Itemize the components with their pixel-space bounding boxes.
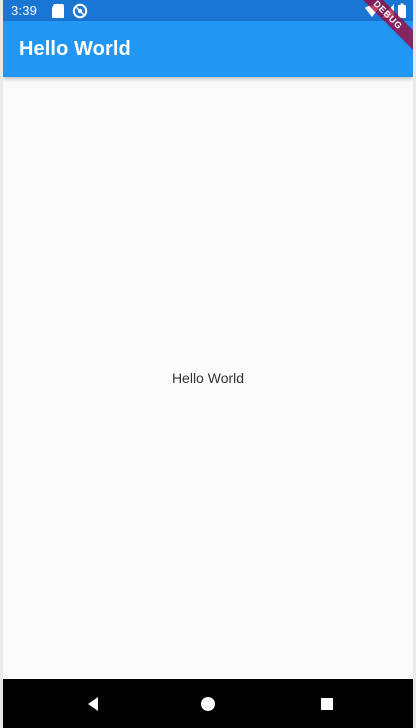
app-bar: Hello World [3, 21, 413, 77]
battery-icon [398, 3, 406, 18]
main-content: Hello World [3, 77, 413, 679]
home-icon[interactable] [195, 691, 221, 717]
app-title: Hello World [19, 38, 131, 60]
center-text: Hello World [171, 370, 245, 386]
phone-screen: 3:39 Hello World Hello World DEBUG [3, 0, 413, 728]
navigation-bar [3, 679, 413, 728]
sd-card-icon [52, 4, 64, 18]
signal-icon [382, 4, 394, 18]
wifi-icon [365, 5, 379, 17]
back-icon[interactable] [80, 691, 106, 717]
sync-icon [72, 3, 88, 19]
recents-icon[interactable] [314, 691, 340, 717]
status-time: 3:39 [11, 3, 38, 18]
status-bar: 3:39 [3, 0, 413, 21]
